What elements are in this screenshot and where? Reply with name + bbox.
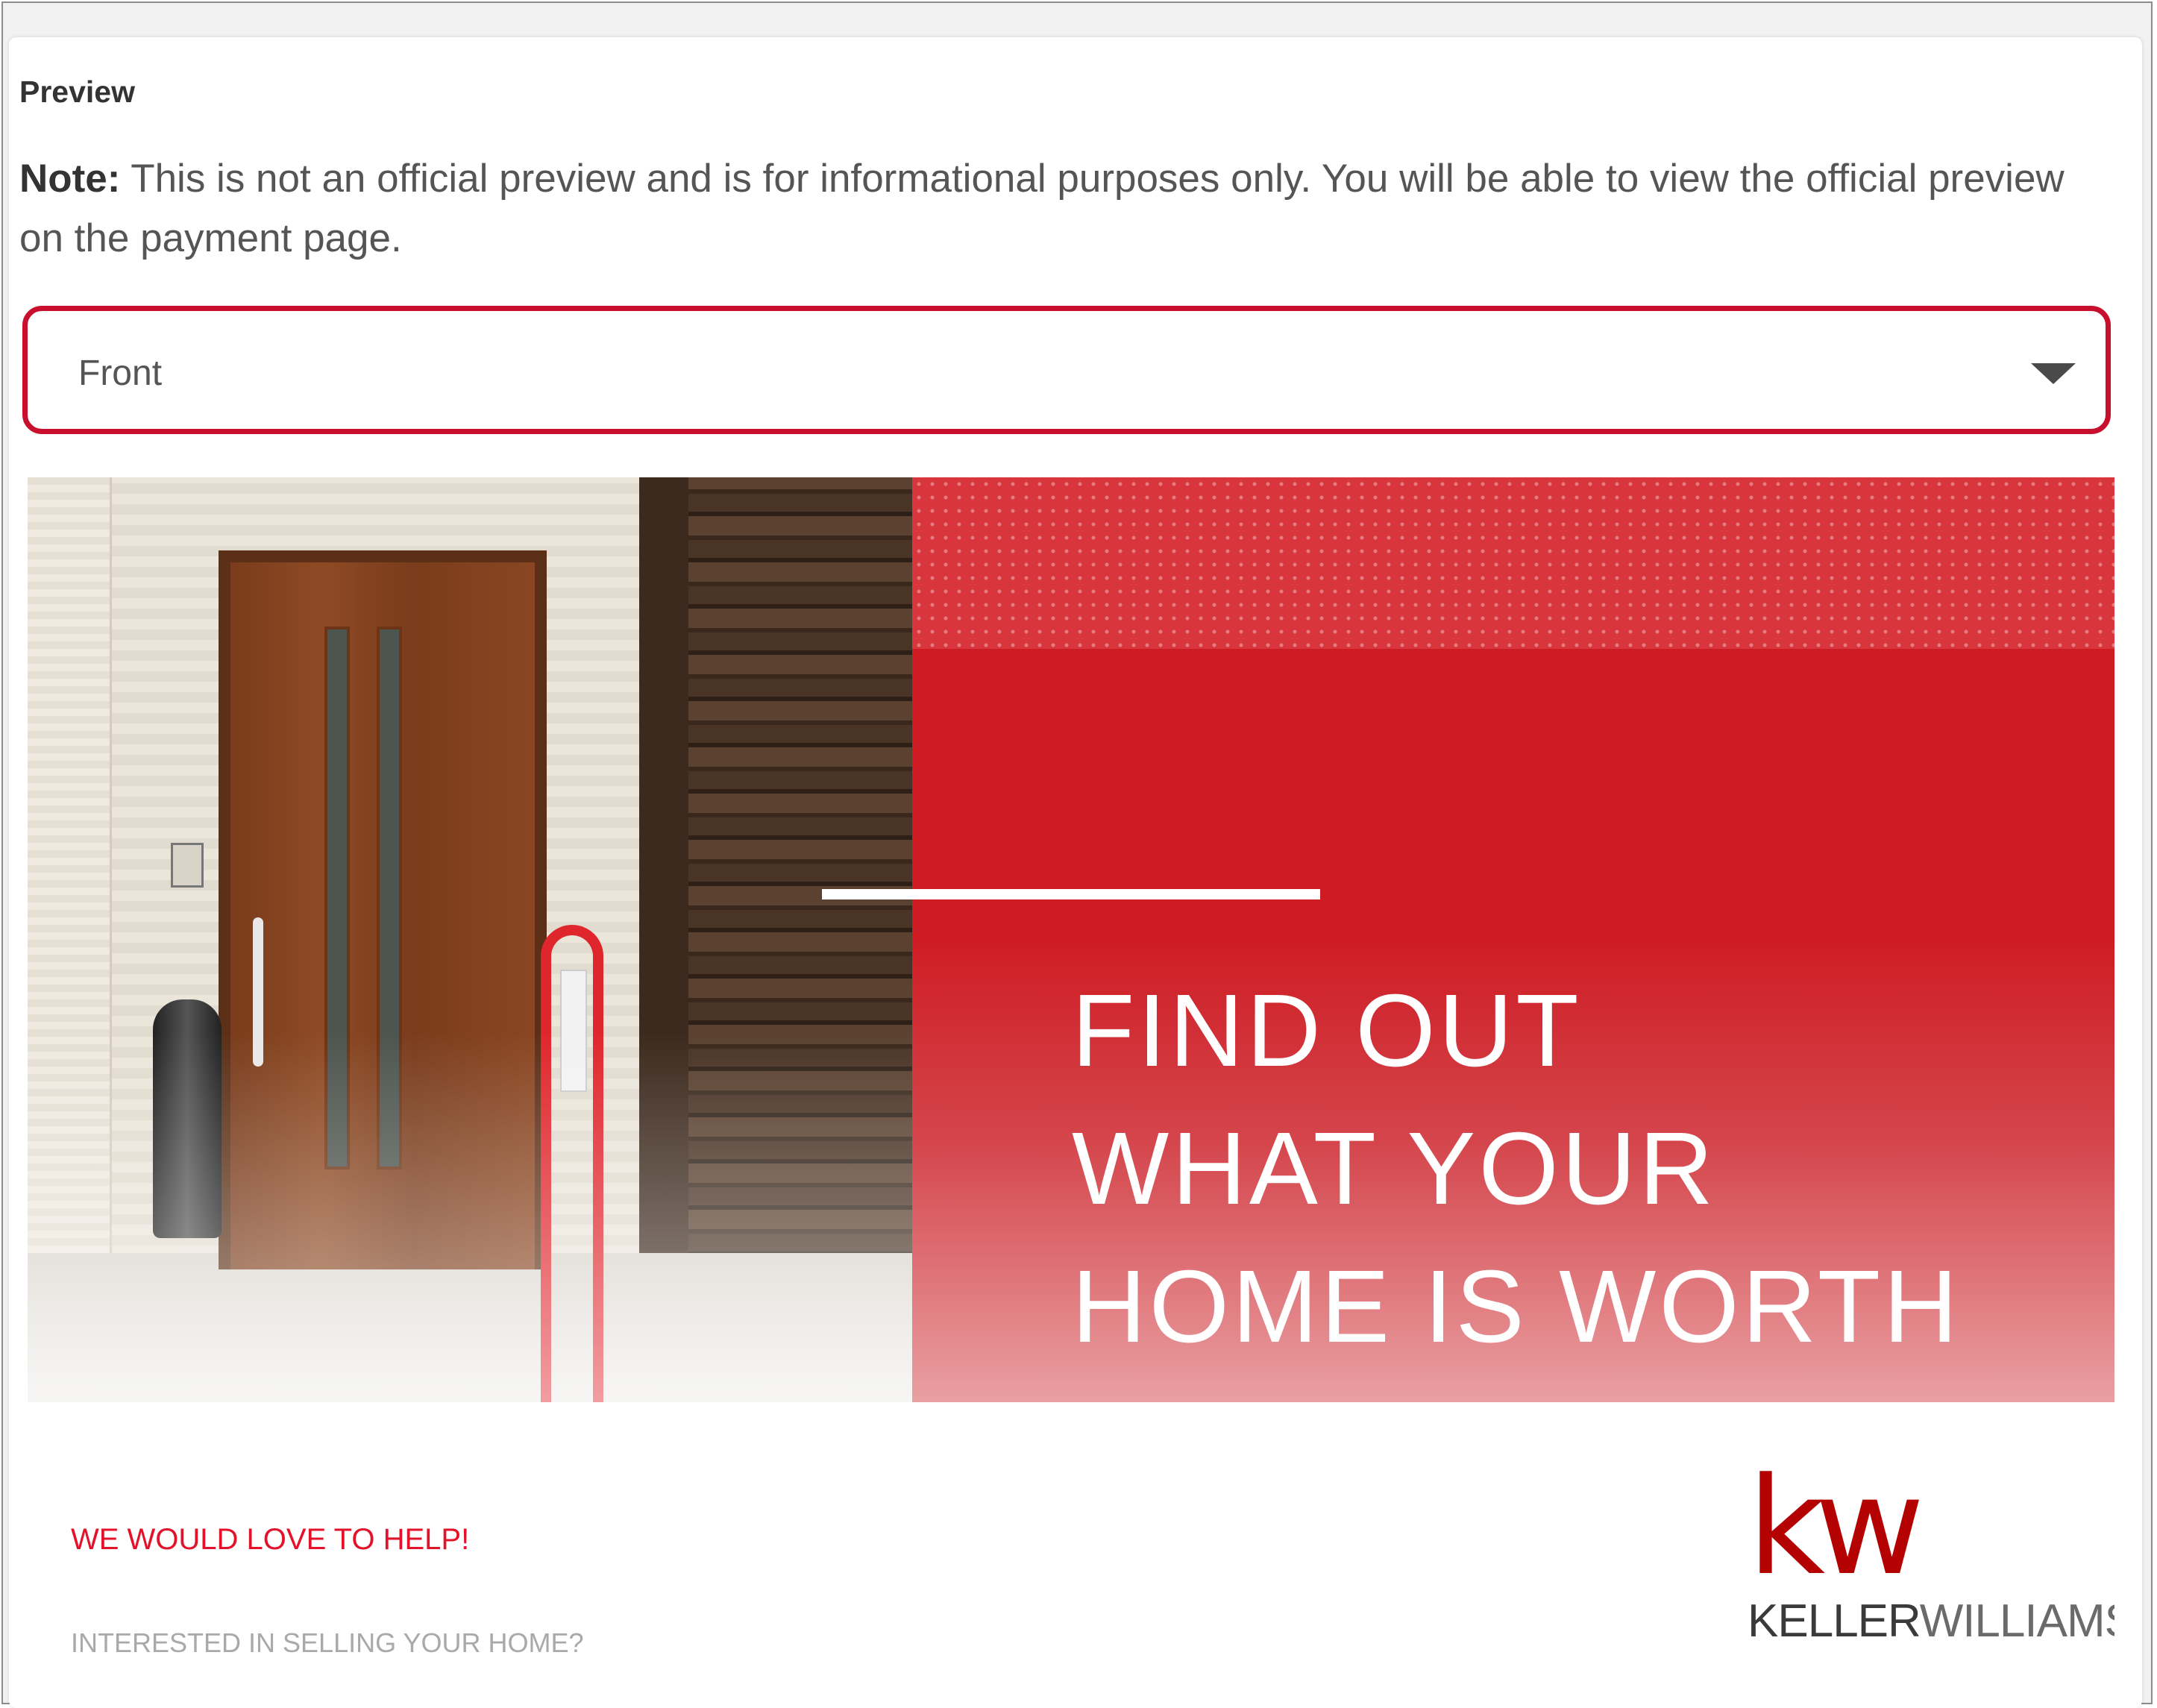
headline-line-3: HOME IS WORTH: [1072, 1249, 1961, 1364]
keller-williams-wordmark: KELLERWILLIAMS: [1748, 1595, 2114, 1648]
keller-williams-logo-icon: kw: [1748, 1449, 1924, 1605]
note-text: This is not an official preview and is f…: [19, 157, 2065, 260]
headline-line-1: FIND OUT: [1072, 973, 1582, 1088]
postcard-headline: FIND OUT WHAT YOUR HOME IS WORTH: [1072, 962, 2101, 1376]
section-label: Preview: [19, 75, 135, 109]
postcard-tagline: WE WOULD LOVE TO HELP!: [71, 1523, 470, 1556]
house-entrance-photo: [28, 477, 912, 1402]
side-select-value: Front: [78, 354, 163, 393]
side-select-dropdown[interactable]: Front: [22, 306, 2111, 434]
divider-line: [822, 889, 1320, 899]
logo-word-williams: WILLIAMS: [1919, 1595, 2114, 1647]
chevron-down-icon[interactable]: [2031, 363, 2076, 384]
postcard-footer: WE WOULD LOVE TO HELP! INTERESTED IN SEL…: [28, 1402, 2114, 1671]
postcard-subtext: INTERESTED IN SELLING YOUR HOME?: [71, 1627, 584, 1658]
headline-line-2: WHAT YOUR: [1072, 1111, 1717, 1226]
logo-word-keller: KELLER: [1748, 1595, 1921, 1647]
preview-note: Note: This is not an official preview an…: [19, 149, 2093, 269]
pattern-band: [912, 477, 2114, 649]
postcard-preview: FIND OUT WHAT YOUR HOME IS WORTH WE WOUL…: [28, 477, 2114, 1671]
note-label: Note:: [19, 157, 121, 201]
